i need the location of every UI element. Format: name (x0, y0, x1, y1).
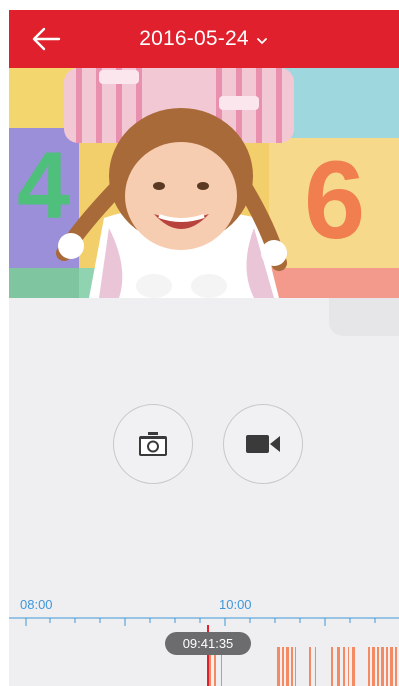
playback-timeline[interactable]: 08:00 10:00 09:41:35 (9, 595, 399, 686)
date-selector[interactable]: 2016-05-24 (9, 10, 399, 68)
svg-text:4: 4 (17, 133, 70, 239)
side-panel-tab[interactable] (329, 298, 399, 336)
record-button[interactable] (223, 404, 303, 484)
video-camera-icon (246, 435, 280, 453)
svg-text:6: 6 (304, 139, 365, 262)
current-time-badge: 09:41:35 (165, 632, 251, 655)
top-bar: 2016-05-24 (9, 10, 399, 68)
camera-icon (139, 432, 167, 456)
date-title: 2016-05-24 (139, 27, 249, 50)
timeline-label-mid: 10:00 (219, 597, 252, 612)
chevron-down-icon (256, 38, 267, 45)
snapshot-button[interactable] (113, 404, 193, 484)
timeline-label-start: 08:00 (20, 597, 53, 612)
app-screen: 2016-05-24 4 6 08:00 10:00 09:41:35 (9, 10, 399, 686)
video-player[interactable]: 4 6 (9, 68, 399, 298)
video-frame: 4 6 (9, 68, 399, 298)
